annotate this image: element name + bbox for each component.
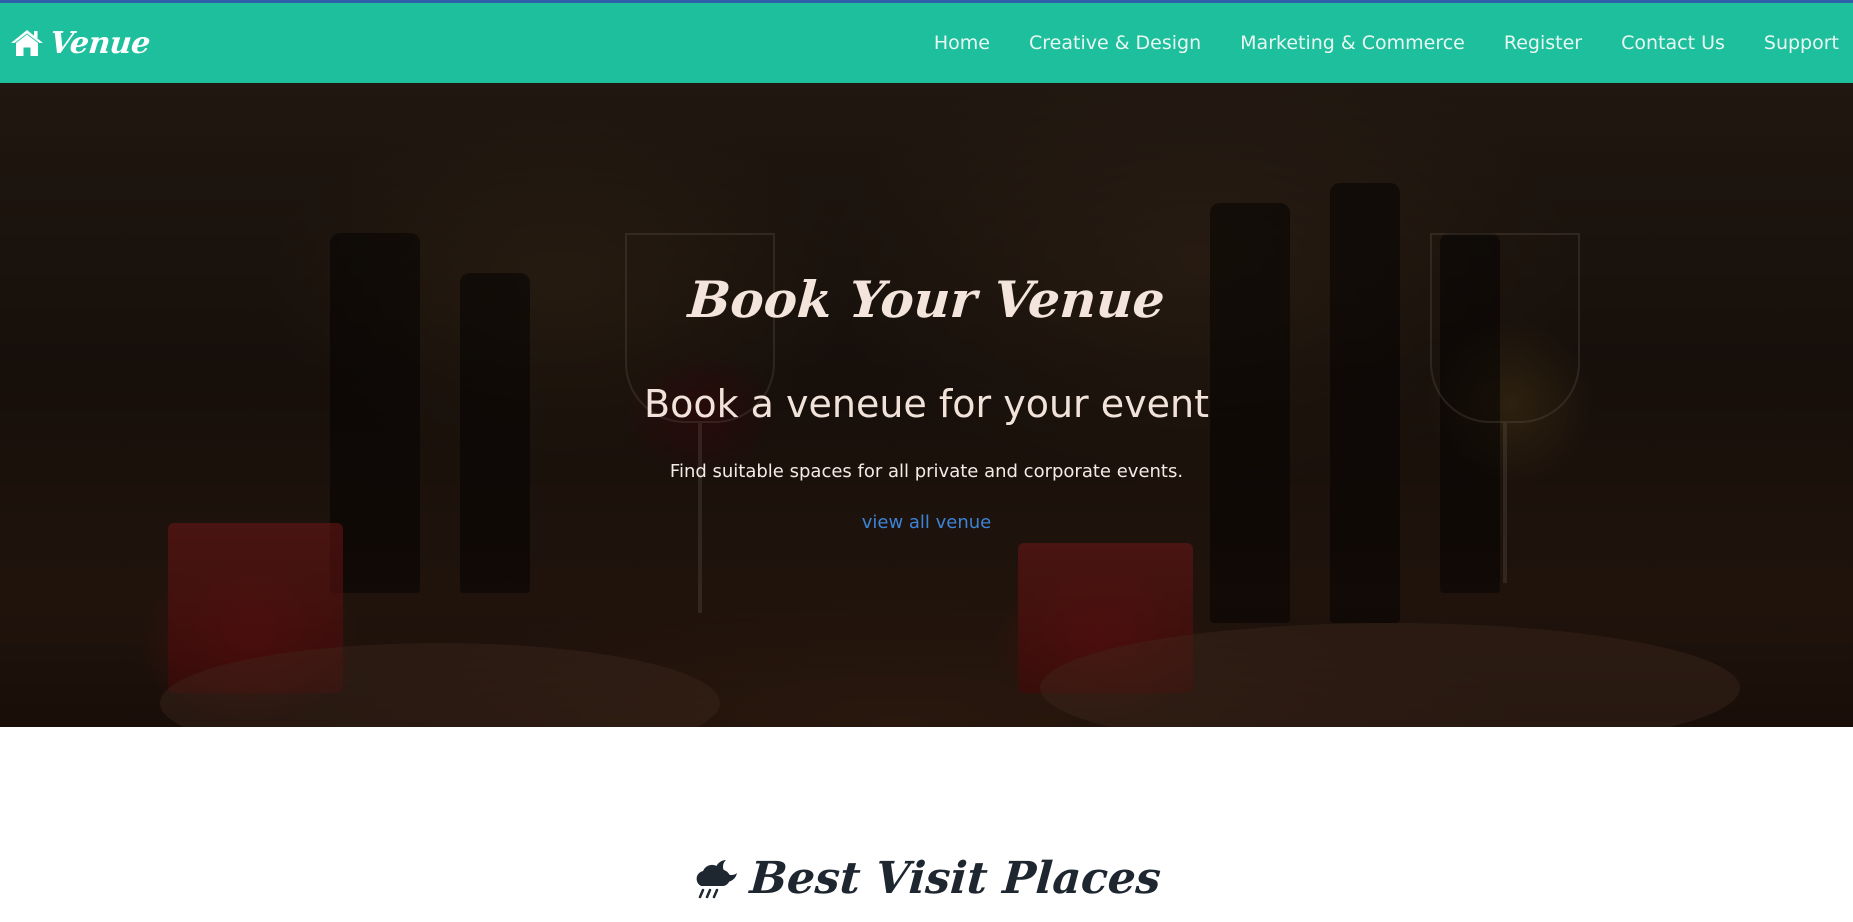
home-icon: [10, 28, 44, 58]
hero-title: Book Your Venue: [686, 270, 1167, 329]
nav-link-register[interactable]: Register: [1504, 32, 1582, 54]
nav-item-support: Support: [1764, 32, 1839, 54]
nav-item-register: Register: [1504, 32, 1582, 54]
best-visit-places-heading: Best Visit Places: [0, 853, 1853, 904]
hero-content: Book Your Venue Book a veneue for your e…: [0, 83, 1853, 727]
navbar: Venue Home Creative & Design Marketing &…: [0, 3, 1853, 83]
cloud-moon-rain-icon: [692, 858, 738, 900]
brand-name: Venue: [48, 25, 152, 61]
nav-item-home: Home: [934, 32, 990, 54]
nav-item-marketing-commerce: Marketing & Commerce: [1240, 32, 1465, 54]
hero-description: Find suitable spaces for all private and…: [669, 461, 1184, 482]
hero-link-wrapper: view all venue: [0, 512, 1853, 533]
hero-subtitle: Book a veneue for your event: [644, 382, 1209, 426]
nav-item-contact-us: Contact Us: [1621, 32, 1725, 54]
hero-banner: Book Your Venue Book a veneue for your e…: [0, 83, 1853, 727]
nav-link-home[interactable]: Home: [934, 32, 990, 54]
view-all-venue-link[interactable]: view all venue: [862, 512, 992, 533]
nav-link-contact-us[interactable]: Contact Us: [1621, 32, 1725, 54]
section-title: Best Visit Places: [748, 853, 1163, 904]
main-nav: Home Creative & Design Marketing & Comme…: [934, 32, 1839, 54]
brand-logo[interactable]: Venue: [10, 25, 152, 61]
nav-link-marketing-commerce[interactable]: Marketing & Commerce: [1240, 32, 1465, 54]
nav-item-creative-design: Creative & Design: [1029, 32, 1201, 54]
nav-link-creative-design[interactable]: Creative & Design: [1029, 32, 1201, 54]
nav-link-support[interactable]: Support: [1764, 32, 1839, 54]
